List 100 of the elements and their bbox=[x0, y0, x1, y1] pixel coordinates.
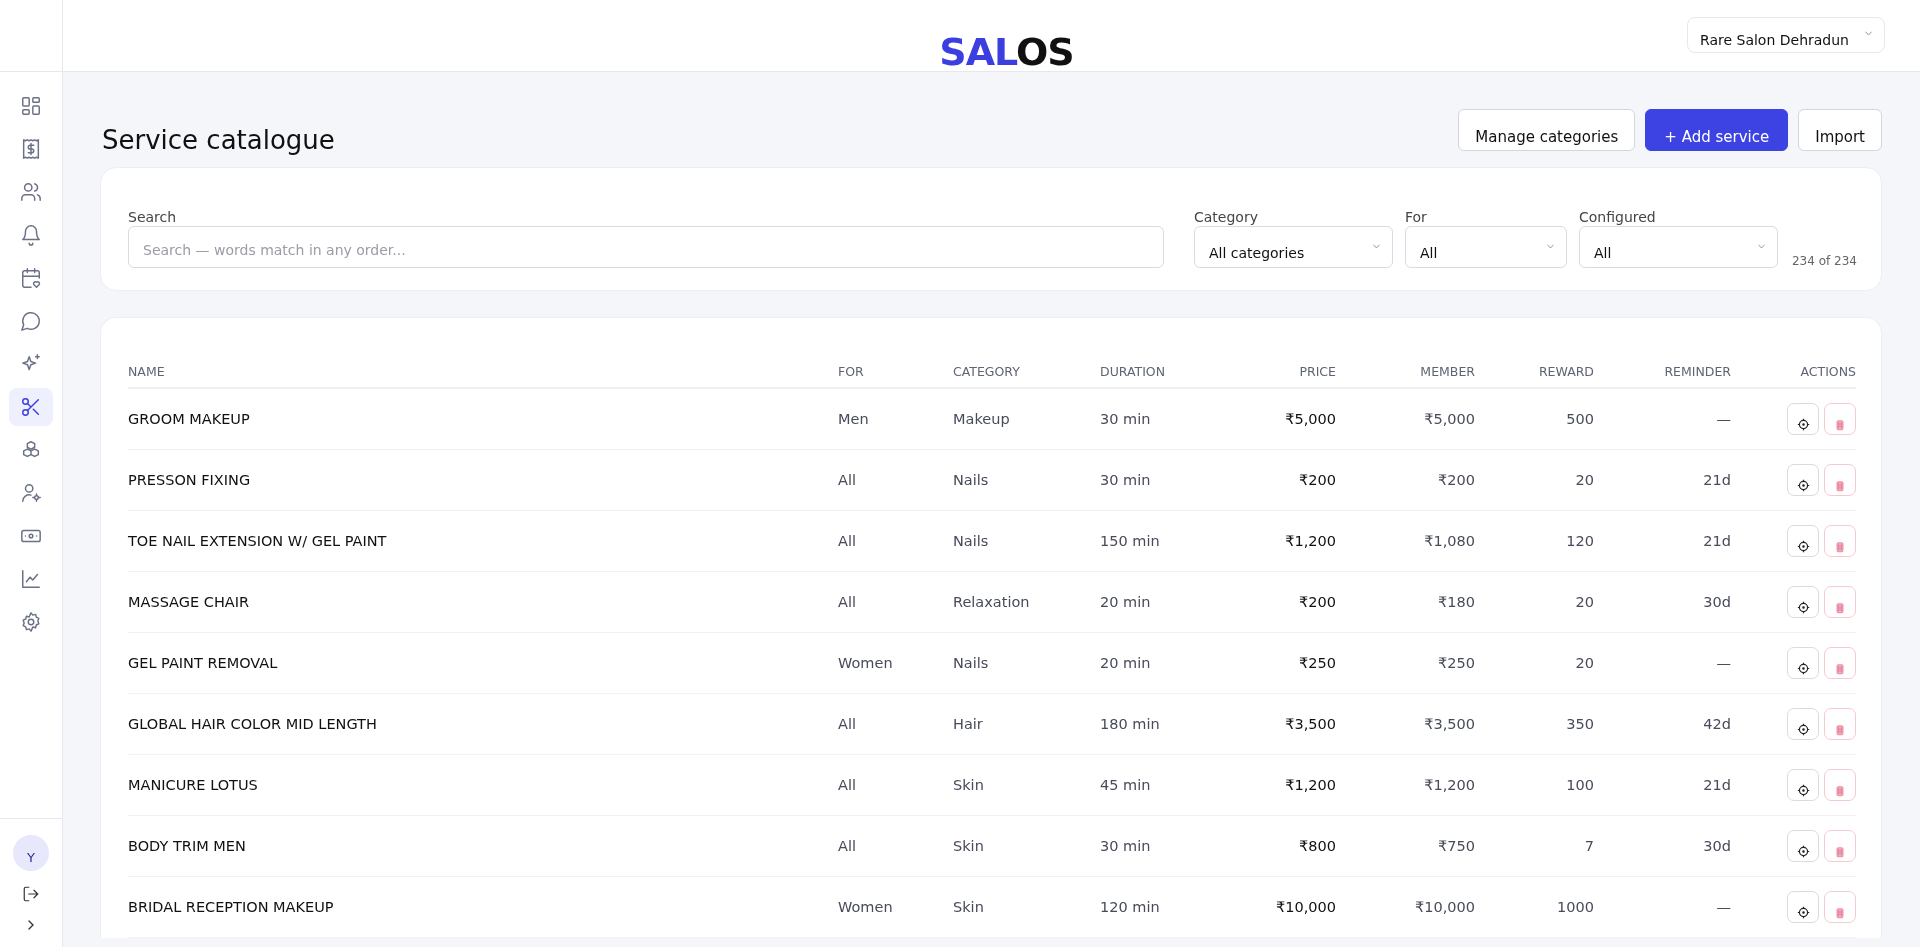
table-cell: ₹10,000 bbox=[1415, 899, 1475, 915]
receipt-icon bbox=[20, 138, 42, 160]
column-header: NAME bbox=[128, 364, 165, 379]
table-cell: 30 min bbox=[1100, 472, 1151, 488]
column-header: CATEGORY bbox=[953, 364, 1020, 379]
result-count: 234 of 234 bbox=[1792, 254, 1857, 268]
table-cell: All bbox=[838, 594, 856, 610]
table-cell: 20 min bbox=[1100, 594, 1151, 610]
action-button[interactable]: Import bbox=[1798, 109, 1882, 151]
table-cell: 30d bbox=[1703, 594, 1731, 610]
field-label: For bbox=[1405, 209, 1428, 225]
table-cell: 150 min bbox=[1100, 533, 1160, 549]
table-cell: ₹5,000 bbox=[1285, 411, 1336, 427]
table-cell: — bbox=[1716, 899, 1731, 915]
table-cell: ₹1,200 bbox=[1424, 777, 1475, 793]
scissors-icon bbox=[20, 396, 42, 418]
table-cell: — bbox=[1716, 411, 1731, 427]
chevron-down-icon bbox=[1373, 243, 1380, 249]
search-field[interactable]: Search — words match in any order... bbox=[128, 226, 1164, 268]
table-cell: All bbox=[838, 533, 856, 549]
table-cell: ₹1,200 bbox=[1285, 533, 1336, 549]
table-cell: ₹180 bbox=[1438, 594, 1475, 610]
settings-button[interactable] bbox=[1787, 708, 1819, 740]
dashboard-icon bbox=[20, 95, 42, 117]
trash-icon bbox=[1834, 784, 1846, 797]
scissors-nav-item[interactable] bbox=[9, 388, 53, 426]
column-header: FOR bbox=[838, 364, 864, 379]
table-cell: All bbox=[838, 472, 856, 488]
settings-button[interactable] bbox=[1787, 586, 1819, 618]
table-cell: 120 bbox=[1566, 533, 1594, 549]
table-cell: 21d bbox=[1703, 777, 1731, 793]
logout-icon[interactable] bbox=[22, 885, 40, 903]
action-button[interactable]: Manage categories bbox=[1458, 109, 1636, 151]
column-header: REMINDER bbox=[1664, 364, 1731, 379]
user-avatar[interactable]: Y bbox=[13, 835, 49, 871]
filter-select[interactable]: All bbox=[1405, 226, 1567, 268]
table-cell: GEL PAINT REMOVAL bbox=[128, 655, 278, 671]
settings-button[interactable] bbox=[1787, 464, 1819, 496]
table-cell: GLOBAL HAIR COLOR MID LENGTH bbox=[128, 716, 377, 732]
table-cell: GROOM MAKEUP bbox=[128, 411, 250, 427]
page-title: Service catalogue bbox=[101, 125, 335, 155]
table-cell: Women bbox=[838, 655, 893, 671]
action-button[interactable]: + Add service bbox=[1645, 109, 1789, 151]
table-cell: 42d bbox=[1703, 716, 1731, 732]
table-cell: 350 bbox=[1566, 716, 1594, 732]
table-cell: Nails bbox=[953, 472, 989, 488]
settings-button[interactable] bbox=[1787, 525, 1819, 557]
trash-icon bbox=[1834, 418, 1846, 431]
chevron-down-icon bbox=[1758, 243, 1765, 249]
table-cell: ₹3,500 bbox=[1424, 716, 1475, 732]
table-cell: 30 min bbox=[1100, 411, 1151, 427]
location-select[interactable]: Rare Salon Dehradun bbox=[1687, 17, 1885, 53]
table-cell: ₹800 bbox=[1299, 838, 1336, 854]
users-icon bbox=[20, 181, 42, 203]
table-cell: ₹250 bbox=[1299, 655, 1336, 671]
settings-button[interactable] bbox=[1787, 891, 1819, 923]
table-cell: ₹5,000 bbox=[1424, 411, 1475, 427]
table-cell: 21d bbox=[1703, 533, 1731, 549]
settings-button[interactable] bbox=[1787, 403, 1819, 435]
table-cell: ₹200 bbox=[1299, 594, 1336, 610]
chevron-down-icon bbox=[1547, 243, 1554, 249]
column-header: PRICE bbox=[1299, 364, 1336, 379]
table-cell: BRIDAL RECEPTION MAKEUP bbox=[128, 899, 334, 915]
table-cell: 7 bbox=[1584, 838, 1594, 854]
field-label: Search bbox=[128, 209, 178, 225]
table-cell: ₹10,000 bbox=[1276, 899, 1336, 915]
table-cell: 30d bbox=[1703, 838, 1731, 854]
table-cell: ₹200 bbox=[1438, 472, 1475, 488]
table-cell: 20 bbox=[1575, 594, 1594, 610]
table-cell: 120 min bbox=[1100, 899, 1160, 915]
logo: SALOS bbox=[938, 33, 1074, 71]
table-cell: 30 min bbox=[1100, 838, 1151, 854]
bell-icon bbox=[20, 224, 42, 246]
table-cell: MASSAGE CHAIR bbox=[128, 594, 250, 610]
table-cell: 21d bbox=[1703, 472, 1731, 488]
table-cell: TOE NAIL EXTENSION W/ GEL PAINT bbox=[128, 533, 387, 549]
filter-select[interactable]: All categories bbox=[1194, 226, 1393, 268]
settings-button[interactable] bbox=[1787, 769, 1819, 801]
table-cell: Skin bbox=[953, 777, 984, 793]
trash-icon bbox=[1834, 601, 1846, 614]
table-cell: 500 bbox=[1566, 411, 1594, 427]
table-cell: Men bbox=[838, 411, 869, 427]
table-cell: Nails bbox=[953, 533, 989, 549]
field-label: Category bbox=[1194, 209, 1259, 225]
settings-button[interactable] bbox=[1787, 647, 1819, 679]
table-cell: 45 min bbox=[1100, 777, 1151, 793]
filter-select[interactable]: All bbox=[1579, 226, 1778, 268]
field-label: Configured bbox=[1579, 209, 1657, 225]
table-cell: MANICURE LOTUS bbox=[128, 777, 258, 793]
table-cell: 20 min bbox=[1100, 655, 1151, 671]
column-header: MEMBER bbox=[1420, 364, 1475, 379]
settings-button[interactable] bbox=[1787, 830, 1819, 862]
table-cell: — bbox=[1716, 655, 1731, 671]
table-cell: Hair bbox=[953, 716, 983, 732]
table-cell: ₹1,200 bbox=[1285, 777, 1336, 793]
table-cell: ₹1,080 bbox=[1424, 533, 1475, 549]
table-cell: BODY TRIM MEN bbox=[128, 838, 246, 854]
table-cell: ₹250 bbox=[1438, 655, 1475, 671]
table-cell: Makeup bbox=[953, 411, 1010, 427]
table-cell: ₹200 bbox=[1299, 472, 1336, 488]
